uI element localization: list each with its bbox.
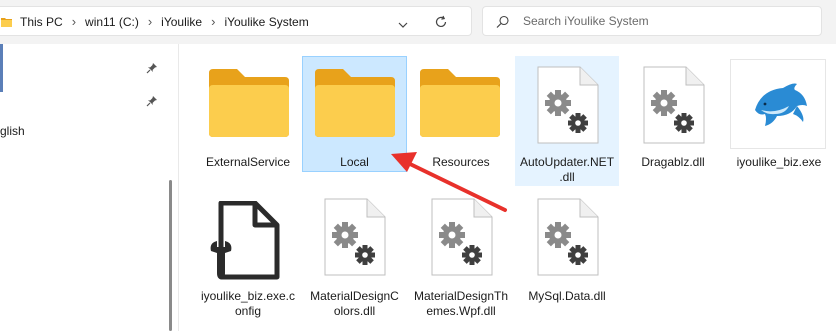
file-name: iyoulike_biz.exe xyxy=(736,155,822,169)
file-item-externalservice[interactable]: ExternalService xyxy=(196,56,300,172)
folder-icon xyxy=(1,15,13,33)
breadcrumb-separator[interactable]: › xyxy=(205,14,221,29)
breadcrumb-item-drive[interactable]: win11 (C:) xyxy=(82,15,142,29)
file-item-local[interactable]: Local xyxy=(302,56,407,172)
address-box[interactable]: This PC › win11 (C:) › iYoulike › iYouli… xyxy=(0,6,472,36)
file-name: Resources xyxy=(432,155,490,169)
pin-icon[interactable] xyxy=(146,94,158,112)
nav-item-label[interactable]: glish xyxy=(0,124,25,138)
nav-accent-strip xyxy=(0,44,3,92)
file-item-resources[interactable]: Resources xyxy=(409,56,513,172)
breadcrumb-item-iyoulike[interactable]: iYoulike xyxy=(158,15,205,29)
pane-divider[interactable] xyxy=(178,44,179,331)
search-input[interactable] xyxy=(523,13,803,29)
file-name-continued: .dll xyxy=(559,170,575,184)
file-item-iyoulike-biz-exe[interactable]: iyoulike_biz.exe xyxy=(727,56,831,172)
file-item-mysql-data-dll[interactable]: MySql.Data.dll xyxy=(515,190,619,306)
file-name: Dragablz.dll xyxy=(641,155,705,169)
navigation-pane xyxy=(0,44,172,331)
breadcrumb-item-this-pc[interactable]: This PC xyxy=(17,15,66,29)
file-name: ExternalService xyxy=(205,155,291,169)
file-name: MySql.Data.dll xyxy=(528,289,606,303)
chevron-down-icon[interactable] xyxy=(397,17,409,35)
file-name-continued: olors.dll xyxy=(333,304,376,318)
breadcrumb-separator[interactable]: › xyxy=(66,14,82,29)
pin-icon[interactable] xyxy=(146,61,158,79)
refresh-icon[interactable] xyxy=(434,15,448,34)
dll-gear-icon xyxy=(534,197,602,282)
file-item-materialdesignthemes-wpf-dll[interactable]: MaterialDesignTh emes.Wpf.dll xyxy=(409,190,513,320)
folder-icon xyxy=(416,67,504,144)
file-item-materialdesigncolors-dll[interactable]: MaterialDesignC olors.dll xyxy=(302,190,407,320)
file-name: AutoUpdater.NET xyxy=(519,155,615,169)
config-file-icon xyxy=(205,200,285,286)
scrollbar[interactable] xyxy=(169,180,172,331)
file-name-continued: onfig xyxy=(234,304,262,318)
breadcrumb-item-iyoulike-system[interactable]: iYoulike System xyxy=(221,15,311,29)
folder-icon xyxy=(311,67,399,144)
breadcrumb-separator[interactable]: › xyxy=(142,14,158,29)
address-bar: This PC › win11 (C:) › iYoulike › iYouli… xyxy=(0,0,836,44)
search-icon xyxy=(496,15,510,34)
dll-gear-icon xyxy=(428,197,496,282)
file-item-iyoulike-biz-exe-config[interactable]: iyoulike_biz.exe.c onfig xyxy=(196,190,300,320)
file-item-dragablz-dll[interactable]: Dragablz.dll xyxy=(621,56,725,172)
dolphin-app-icon xyxy=(730,59,826,149)
file-name: MaterialDesignTh xyxy=(413,289,509,303)
file-name: iyoulike_biz.exe.c xyxy=(200,289,296,303)
file-name: Local xyxy=(340,155,369,169)
file-name: MaterialDesignC xyxy=(310,289,399,303)
dll-gear-icon xyxy=(534,65,602,150)
search-box[interactable] xyxy=(482,6,822,36)
breadcrumb: This PC › win11 (C:) › iYoulike › iYouli… xyxy=(17,14,312,29)
dll-gear-icon xyxy=(321,197,389,282)
file-name-continued: emes.Wpf.dll xyxy=(426,304,496,318)
file-item-autoupdater-net-dll[interactable]: AutoUpdater.NET .dll xyxy=(515,56,619,186)
folder-icon xyxy=(205,67,293,144)
dll-gear-icon xyxy=(640,65,708,150)
